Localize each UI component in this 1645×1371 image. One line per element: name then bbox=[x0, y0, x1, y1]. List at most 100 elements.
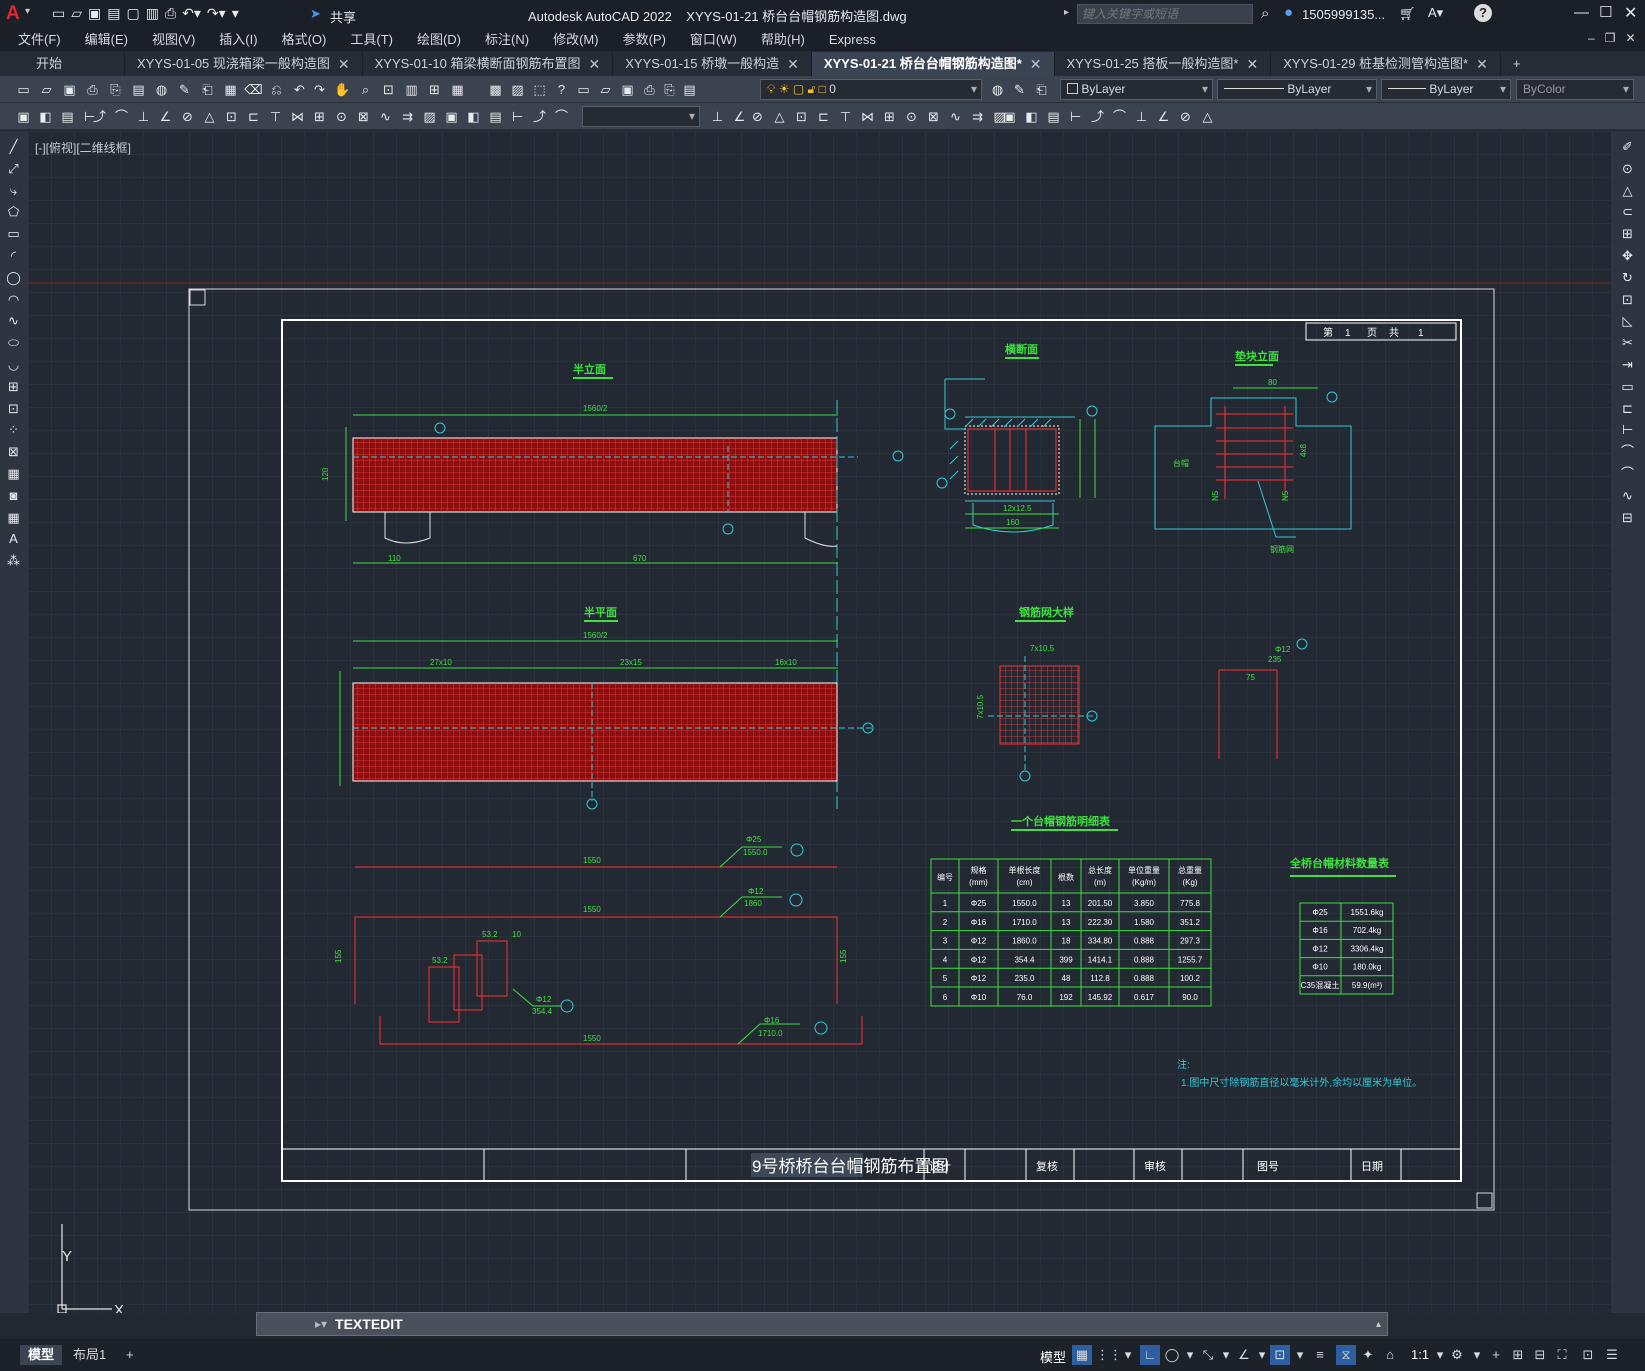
menu-item[interactable]: 帮助(H) bbox=[749, 29, 817, 51]
toolbar-tool-icon[interactable]: ▩ bbox=[486, 80, 505, 99]
toolbar-tool-icon[interactable]: ⊘ bbox=[1176, 107, 1195, 126]
toolbar-tool-icon[interactable]: ▤ bbox=[58, 107, 77, 126]
menu-item[interactable]: 绘图(D) bbox=[405, 29, 473, 51]
toolbar-tool-icon[interactable]: ∿ bbox=[946, 107, 965, 126]
toolbar-tool-icon[interactable]: ⌒ bbox=[112, 107, 131, 126]
toolbar-tool-icon[interactable]: ▱ bbox=[37, 80, 56, 99]
toolbar-tool-icon[interactable]: ▦ bbox=[448, 80, 467, 99]
toolbar-tool-icon[interactable]: ⋈ bbox=[288, 107, 307, 126]
share-button[interactable]: 共享 bbox=[330, 7, 356, 26]
autocad-logo-icon[interactable]: A bbox=[6, 3, 20, 25]
toolbar-tool-icon[interactable]: ⊞ bbox=[880, 107, 899, 126]
save-icon[interactable]: ▣ bbox=[88, 5, 101, 22]
side-tool-icon[interactable]: ∿ bbox=[1618, 486, 1637, 505]
side-tool-icon[interactable]: ⤷ bbox=[4, 181, 23, 200]
toolbar-tool-icon[interactable]: ▤ bbox=[680, 80, 699, 99]
status-toggle-icon[interactable]: ⊡ bbox=[1270, 1345, 1290, 1365]
toolbar-tool-icon[interactable]: ⇉ bbox=[968, 107, 987, 126]
side-tool-icon[interactable]: ⁘ bbox=[4, 420, 23, 439]
toolbar-tool-icon[interactable]: ◧ bbox=[464, 107, 483, 126]
close-icon[interactable]: ✕ bbox=[1624, 3, 1637, 23]
side-tool-icon[interactable]: ∿ bbox=[4, 311, 23, 330]
side-tool-icon[interactable]: ⊙ bbox=[1618, 159, 1637, 178]
share-icon[interactable]: ➤ bbox=[310, 6, 321, 22]
toolbar-tool-icon[interactable]: ⊞ bbox=[425, 80, 444, 99]
toolbar-tool-icon[interactable]: ⊘ bbox=[178, 107, 197, 126]
toolbar-tool-icon[interactable]: △ bbox=[200, 107, 219, 126]
new-icon[interactable]: ▭ bbox=[52, 5, 65, 22]
toolbar-tool-icon[interactable]: ◍ bbox=[988, 80, 1007, 99]
side-tool-icon[interactable]: ⤢ bbox=[4, 159, 23, 178]
side-tool-icon[interactable]: ↻ bbox=[1618, 268, 1637, 287]
status-toggle-icon[interactable]: ⊞ bbox=[1508, 1345, 1528, 1365]
side-tool-icon[interactable]: ⁂ bbox=[4, 551, 23, 570]
toolbar-tool-icon[interactable]: ⊡ bbox=[379, 80, 398, 99]
side-tool-icon[interactable]: ▦ bbox=[4, 508, 23, 527]
status-toggle-icon[interactable]: ⌂ bbox=[1380, 1345, 1400, 1365]
toolbar-tool-icon[interactable]: ⤴ bbox=[1088, 107, 1107, 126]
open-icon[interactable]: ▱ bbox=[71, 5, 82, 22]
side-tool-icon[interactable]: ╱ bbox=[4, 137, 23, 156]
autodesk-app-icon[interactable]: A▾ bbox=[1428, 5, 1443, 21]
menu-item[interactable]: 窗口(W) bbox=[678, 29, 749, 51]
toolbar-tool-icon[interactable]: ◍ bbox=[152, 80, 171, 99]
maximize-icon[interactable]: ☐ bbox=[1599, 3, 1612, 21]
toolbar-tool-icon[interactable]: ▤ bbox=[486, 107, 505, 126]
file-tab[interactable]: XYYS-01-05 现浇箱梁一般构造图 ✕ bbox=[125, 52, 363, 76]
menu-item[interactable]: 插入(I) bbox=[207, 29, 269, 51]
file-tab[interactable]: XYYS-01-10 箱梁横断面钢筋布置图 ✕ bbox=[363, 52, 614, 76]
status-toggle-icon[interactable]: ▦ bbox=[1072, 1345, 1092, 1365]
toolbar-tool-icon[interactable]: ⊡ bbox=[222, 107, 241, 126]
menu-item[interactable]: 修改(M) bbox=[541, 29, 611, 51]
file-tab[interactable]: 开始 bbox=[0, 52, 126, 76]
status-toggle-icon[interactable]: ▾ bbox=[1467, 1345, 1487, 1365]
user-name[interactable]: 1505999135... bbox=[1302, 7, 1385, 22]
toolbar-tool-icon[interactable]: ⌒ bbox=[1110, 107, 1129, 126]
toolbar-tool-icon[interactable]: ⎗ bbox=[198, 80, 217, 99]
status-toggle-icon[interactable]: + bbox=[1486, 1345, 1506, 1365]
layer-dropdown[interactable]: 💡︎ ☀ ▢ 🔓︎ □ 0 ▾ bbox=[760, 79, 982, 100]
toolbar-tool-icon[interactable]: ∿ bbox=[376, 107, 395, 126]
doc-restore-icon[interactable]: ❐ bbox=[1605, 31, 1616, 45]
linetype-dropdown[interactable]: ByLayer ▾ bbox=[1217, 79, 1377, 100]
tab-close-icon[interactable]: ✕ bbox=[787, 52, 799, 76]
file-tab[interactable]: XYYS-01-21 桥台台帽钢筋构造图* ✕ bbox=[811, 52, 1055, 76]
minimize-icon[interactable]: — bbox=[1574, 4, 1589, 21]
toolbar-tool-icon[interactable]: ⊤ bbox=[266, 107, 285, 126]
side-tool-icon[interactable]: ◯ bbox=[4, 268, 23, 287]
toolbar-tool-icon[interactable]: ⎙ bbox=[83, 80, 102, 99]
toolbar-tool-icon[interactable]: ▨ bbox=[508, 80, 527, 99]
status-toggle-icon[interactable]: ⛶ bbox=[1552, 1345, 1572, 1365]
toolbar-tool-icon[interactable]: ▣ bbox=[442, 107, 461, 126]
status-toggle-icon[interactable]: ⊟ bbox=[1530, 1345, 1550, 1365]
side-tool-icon[interactable]: ✥ bbox=[1618, 246, 1637, 265]
toolbar-tool-icon[interactable]: △ bbox=[770, 107, 789, 126]
toolbar-tool-icon[interactable]: ⊡ bbox=[792, 107, 811, 126]
side-tool-icon[interactable]: ⊢ bbox=[1618, 420, 1637, 439]
side-tool-icon[interactable]: ⬠ bbox=[4, 202, 23, 221]
status-toggle-icon[interactable]: ▾ bbox=[1216, 1345, 1236, 1365]
help-icon[interactable]: ? bbox=[1474, 4, 1492, 22]
toolbar-tool-icon[interactable]: ⌒ bbox=[552, 107, 571, 126]
add-layout-icon[interactable]: + bbox=[118, 1345, 142, 1365]
side-tool-icon[interactable]: ◡ bbox=[4, 355, 23, 374]
save-web-icon[interactable]: ▥ bbox=[146, 5, 159, 22]
toolbar-tool-icon[interactable]: ⊙ bbox=[332, 107, 351, 126]
toolbar-tool-icon[interactable]: ⊠ bbox=[924, 107, 943, 126]
status-toggle-icon[interactable]: ≡ bbox=[1310, 1345, 1330, 1365]
status-toggle-icon[interactable]: ∠ bbox=[1234, 1345, 1254, 1365]
side-tool-icon[interactable]: ⬭ bbox=[4, 333, 23, 352]
file-tab[interactable]: XYYS-01-25 搭板一般构造图* ✕ bbox=[1055, 52, 1272, 76]
side-tool-icon[interactable]: ⊠ bbox=[4, 442, 23, 461]
side-tool-icon[interactable]: ⊡ bbox=[4, 399, 23, 418]
menu-item[interactable]: 编辑(E) bbox=[73, 29, 140, 51]
status-toggle-icon[interactable]: ▾ bbox=[1118, 1345, 1138, 1365]
user-icon[interactable]: ● bbox=[1284, 4, 1293, 21]
toolbar-tool-icon[interactable]: ⤴ bbox=[530, 107, 549, 126]
toolbar-tool-icon[interactable]: ⊥ bbox=[1132, 107, 1151, 126]
layout-tab-model[interactable]: 模型 bbox=[20, 1345, 63, 1365]
toolbar-tool-icon[interactable]: ⎌ bbox=[267, 80, 286, 99]
toolbar-tool-icon[interactable]: ◧ bbox=[1022, 107, 1041, 126]
toolbar-tool-icon[interactable]: ⌕ bbox=[356, 80, 375, 99]
search-expand-icon[interactable]: ▸ bbox=[1064, 7, 1069, 18]
